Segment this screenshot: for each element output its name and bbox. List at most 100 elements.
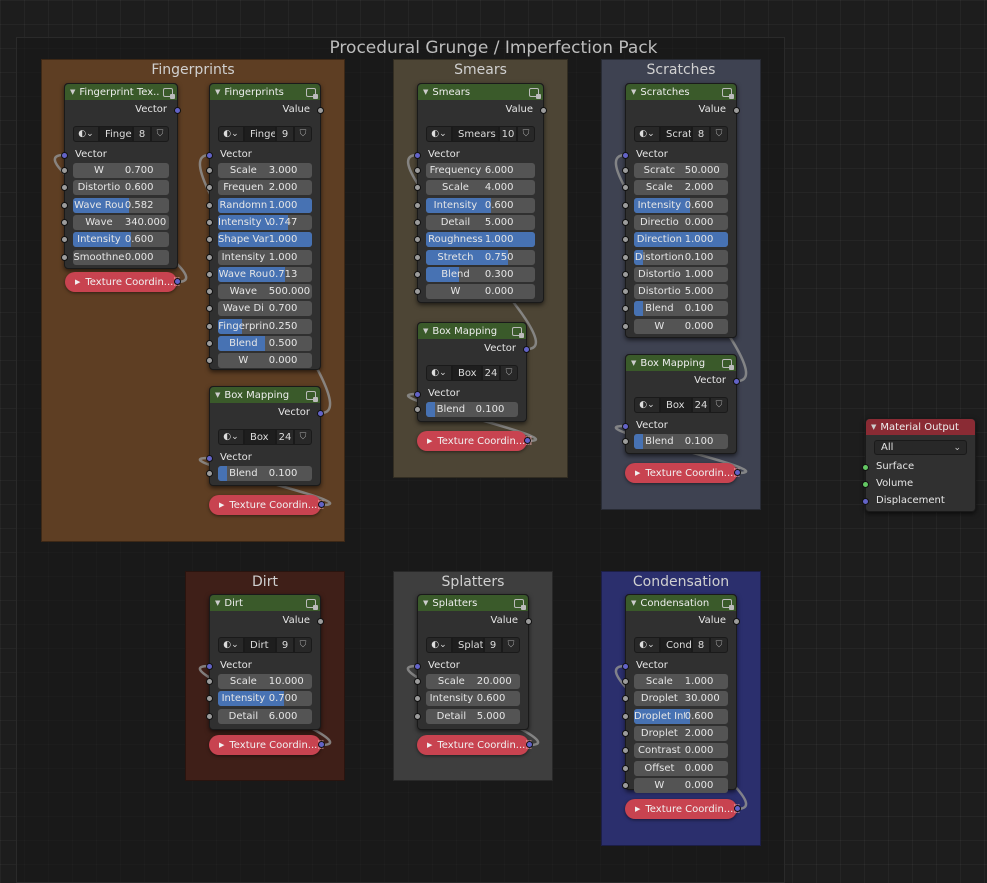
- expand-arrow-icon[interactable]: ▶: [219, 501, 224, 509]
- collapse-arrow-icon[interactable]: ▼: [631, 88, 636, 96]
- input-socket[interactable]: [61, 253, 68, 261]
- node-header[interactable]: ▼ Box Mapping: [210, 387, 320, 403]
- node-header[interactable]: ▼ Splatters: [418, 595, 528, 611]
- texture-coordinate-node[interactable]: ▶Texture Coordin...|||: [417, 431, 532, 451]
- field-scale[interactable]: Scale 10.000: [218, 674, 312, 689]
- input-socket[interactable]: [206, 184, 213, 192]
- node-tree-picker-icon[interactable]: ◐⌄: [634, 126, 660, 142]
- field-direction[interactable]: Direction 1.000: [634, 232, 728, 248]
- input-socket[interactable]: [206, 218, 213, 226]
- collapse-arrow-icon[interactable]: ▼: [215, 599, 220, 607]
- field-wave[interactable]: Wave 340.000: [73, 214, 169, 230]
- input-socket[interactable]: [206, 288, 213, 296]
- vector-input-socket[interactable]: [622, 423, 629, 430]
- field-distortion[interactable]: Distortion 0.100: [634, 249, 728, 265]
- field-wave-rou[interactable]: Wave Rou 0.713: [218, 266, 312, 282]
- input-socket[interactable]: [61, 167, 68, 174]
- output-socket[interactable]: [317, 410, 324, 417]
- field-directio[interactable]: Directio 0.000: [634, 214, 728, 230]
- datablock-name[interactable]: Cond: [660, 637, 692, 653]
- input-socket[interactable]: [414, 712, 421, 720]
- input-socket[interactable]: [206, 712, 213, 720]
- field-wave-di[interactable]: Wave Di 0.700: [218, 301, 312, 317]
- expand-arrow-icon[interactable]: ▶: [75, 278, 80, 286]
- output-socket[interactable]: [174, 278, 181, 285]
- field-intensity[interactable]: Intensity 0.600: [634, 197, 728, 213]
- output-socket[interactable]: [525, 618, 532, 625]
- datablock-selector[interactable]: ◐⌄Finger9⛉: [218, 126, 312, 142]
- node-group-icon[interactable]: [306, 598, 318, 610]
- field-offset[interactable]: Offset 0.000: [634, 760, 728, 776]
- collapse-arrow-icon[interactable]: ▼: [423, 327, 428, 335]
- vector-input-socket[interactable]: [414, 152, 421, 159]
- field-detail[interactable]: Detail 6.000: [218, 708, 312, 724]
- collapse-arrow-icon[interactable]: ▼: [631, 599, 636, 607]
- node-tree-picker-icon[interactable]: ◐⌄: [634, 397, 660, 413]
- field-wave[interactable]: Wave 500.000: [218, 284, 312, 300]
- datablock-selector[interactable]: ◐⌄Splatt9⛉: [426, 637, 520, 653]
- node-tree-picker-icon[interactable]: ◐⌄: [218, 429, 244, 445]
- input-socket[interactable]: [414, 184, 421, 192]
- datablock-selector[interactable]: ◐⌄ Finger 8 ⛉: [73, 126, 169, 142]
- input-socket[interactable]: [622, 305, 629, 313]
- field-droplet-int[interactable]: Droplet Int 0.600: [634, 708, 728, 724]
- render-target-dropdown[interactable]: All ⌄: [874, 440, 967, 455]
- input-socket[interactable]: [622, 764, 629, 772]
- field-w[interactable]: W 0.000: [634, 777, 728, 793]
- field-roughness[interactable]: Roughness 1.000: [426, 232, 535, 248]
- field-blend[interactable]: Blend 0.100: [634, 301, 728, 317]
- fake-user-shield-icon[interactable]: ⛉: [294, 126, 312, 142]
- output-socket[interactable]: [523, 346, 530, 353]
- node-header[interactable]: ▼ Fingerprints: [210, 84, 320, 100]
- group-node-fp_tex[interactable]: ▼ Fingerprint Tex... Vector ◐⌄ Finger 8 ⛉ Vecto…: [61, 83, 181, 269]
- input-socket[interactable]: [206, 695, 213, 703]
- vector-input-socket[interactable]: [61, 152, 68, 159]
- collapse-arrow-icon[interactable]: ▼: [871, 423, 876, 431]
- node-tree-picker-icon[interactable]: ◐⌄: [426, 637, 452, 653]
- node-tree-picker-icon[interactable]: ◐⌄: [73, 126, 99, 142]
- datablock-name[interactable]: Smears: [452, 126, 499, 142]
- field-w[interactable]: W 0.000: [426, 284, 535, 300]
- group-node-fp_main[interactable]: ▼ Fingerprints Value ◐⌄Finger9⛉ Vector Scale 3…: [206, 83, 324, 370]
- node-group-icon[interactable]: [512, 326, 524, 338]
- node-tree-picker-icon[interactable]: ◐⌄: [426, 365, 452, 381]
- collapse-arrow-icon[interactable]: ▼: [215, 391, 220, 399]
- datablock-name[interactable]: Box: [660, 397, 692, 413]
- fake-user-shield-icon[interactable]: ⛉: [151, 126, 169, 142]
- input-socket[interactable]: [206, 167, 213, 174]
- field-smoothne[interactable]: Smoothne 0.000: [73, 249, 169, 265]
- datablock-selector[interactable]: ◐⌄ Box 24 ⛉: [426, 365, 518, 381]
- field-distortio[interactable]: Distortio 1.000: [634, 266, 728, 282]
- field-distortio[interactable]: Distortio 0.600: [73, 180, 169, 196]
- node-header[interactable]: ▼ Box Mapping: [626, 355, 736, 371]
- input-socket[interactable]: [622, 184, 629, 192]
- fake-user-shield-icon[interactable]: ⛉: [517, 126, 535, 142]
- node-group-icon[interactable]: [306, 390, 318, 402]
- field-contrast[interactable]: Contrast 0.000: [634, 743, 728, 759]
- field-frequency[interactable]: Frequency 6.000: [426, 163, 535, 178]
- texture-coordinate-node[interactable]: ▶Texture Coordin...|||: [209, 735, 325, 755]
- expand-arrow-icon[interactable]: ▶: [635, 805, 640, 813]
- node-header[interactable]: ▼ Fingerprint Tex...: [65, 84, 177, 100]
- datablock-selector[interactable]: ◐⌄ Cond 8 ⛉: [634, 637, 728, 653]
- datablock-name[interactable]: Finger: [244, 126, 276, 142]
- field-intensity[interactable]: Intensity 1.000: [218, 249, 312, 265]
- field-frequen[interactable]: Frequen 2.000: [218, 180, 312, 196]
- field-intensity[interactable]: Intensity 0.600: [426, 691, 520, 707]
- texture-coordinate-node[interactable]: ▶Texture Coordin...|||: [625, 463, 741, 483]
- group-node-dirt_main[interactable]: ▼ Dirt Value ◐⌄ Dirt 9 ⛉ Vector Scale 10.000 Inten…: [206, 594, 324, 730]
- input-socket[interactable]: [622, 201, 629, 209]
- input-socket[interactable]: [61, 201, 68, 209]
- vector-input-socket[interactable]: [414, 663, 421, 670]
- vector-input-socket[interactable]: [414, 391, 421, 398]
- vector-input-socket[interactable]: [622, 152, 629, 159]
- datablock-name[interactable]: Box: [244, 429, 276, 445]
- input-socket[interactable]: [414, 678, 421, 685]
- input-socket[interactable]: [61, 218, 68, 226]
- field-blend[interactable]: Blend 0.500: [218, 336, 312, 351]
- datablock-name[interactable]: Splatt: [452, 637, 484, 653]
- field-scale[interactable]: Scale 20.000: [426, 674, 520, 689]
- datablock-name[interactable]: Finger: [99, 126, 133, 142]
- output-socket[interactable]: [524, 437, 531, 444]
- field-distortio[interactable]: Distortio 5.000: [634, 284, 728, 300]
